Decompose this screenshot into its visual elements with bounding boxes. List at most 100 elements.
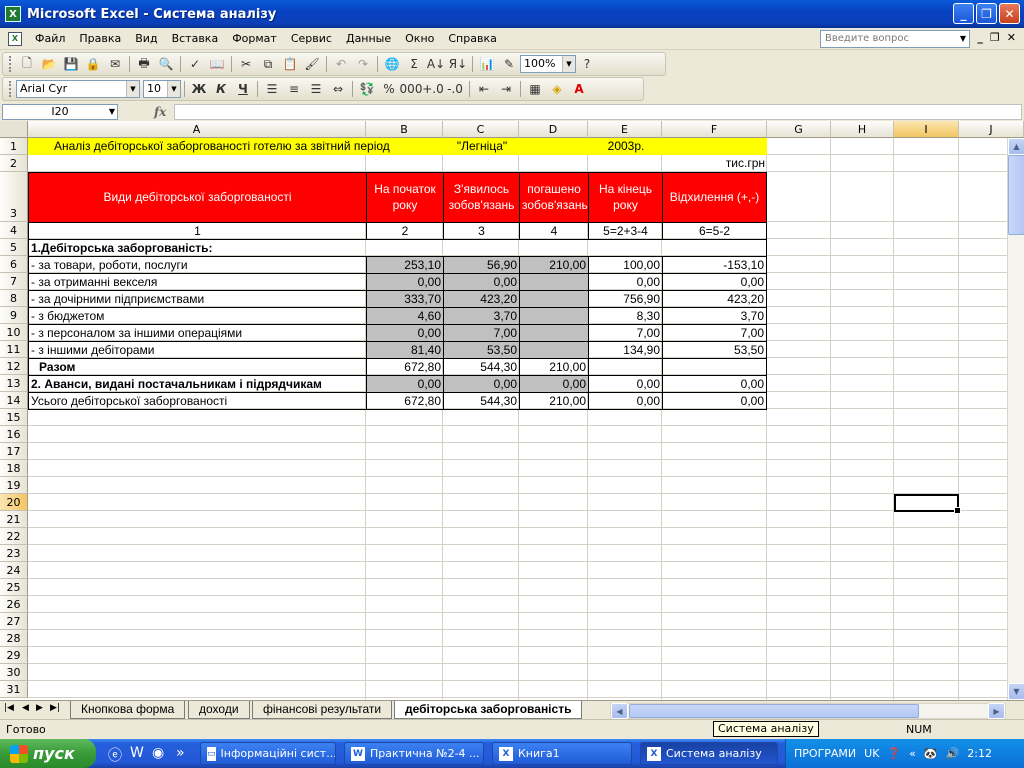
bold-button[interactable]: Ж bbox=[188, 79, 210, 99]
font-name-select[interactable]: Arial Cyr ▼ bbox=[16, 80, 140, 98]
row-header-16[interactable]: 16 bbox=[0, 426, 28, 443]
autosum-icon[interactable]: Σ bbox=[403, 54, 425, 74]
drawing-icon[interactable]: ✎ bbox=[498, 54, 520, 74]
header-num-5[interactable]: 5=2+3-4 bbox=[588, 222, 663, 240]
speaker-icon[interactable]: 🔊 bbox=[946, 747, 960, 760]
table-cell-b[interactable]: 253,10 bbox=[366, 256, 444, 274]
column-header-b[interactable]: B bbox=[366, 121, 443, 138]
header-num-1[interactable]: 1 bbox=[28, 222, 367, 240]
row-header-23[interactable]: 23 bbox=[0, 545, 28, 562]
row-header-26[interactable]: 26 bbox=[0, 596, 28, 613]
table-cell-f[interactable]: 3,70 bbox=[662, 307, 767, 325]
menu-window[interactable]: Окно bbox=[398, 29, 441, 49]
help-icon[interactable]: ? bbox=[576, 54, 598, 74]
header-end[interactable]: На кінець року bbox=[588, 172, 663, 223]
row-header-17[interactable]: 17 bbox=[0, 443, 28, 460]
row-header-8[interactable]: 8 bbox=[0, 290, 28, 307]
row-header-22[interactable]: 22 bbox=[0, 528, 28, 545]
header-num-2[interactable]: 2 bbox=[366, 222, 444, 240]
task-book1[interactable]: X Книга1 bbox=[492, 742, 632, 765]
advances-appeared[interactable]: 0,00 bbox=[443, 375, 520, 393]
row-header-1[interactable]: 1 bbox=[0, 138, 28, 155]
column-header-e[interactable]: E bbox=[588, 121, 662, 138]
advances-deviation[interactable]: 0,00 bbox=[662, 375, 767, 393]
table-cell-d[interactable] bbox=[519, 341, 589, 359]
row-header-24[interactable]: 24 bbox=[0, 562, 28, 579]
help-tray-icon[interactable]: ❓ bbox=[887, 747, 901, 760]
chart-wizard-icon[interactable]: 📊 bbox=[476, 54, 498, 74]
grand-total-start[interactable]: 672,80 bbox=[366, 392, 444, 410]
table-cell-d[interactable] bbox=[519, 324, 589, 342]
grand-total-deviation[interactable]: 0,00 bbox=[662, 392, 767, 410]
row-header-3[interactable]: 3 bbox=[0, 172, 28, 222]
table-cell-e[interactable]: 134,90 bbox=[588, 341, 663, 359]
vertical-scrollbar[interactable]: ▲ ▼ bbox=[1007, 138, 1024, 700]
table-cell-e[interactable]: 756,90 bbox=[588, 290, 663, 308]
menu-edit[interactable]: Правка bbox=[72, 29, 128, 49]
spelling-icon[interactable]: ✓ bbox=[184, 54, 206, 74]
active-cell-selection[interactable] bbox=[894, 494, 961, 514]
table-cell-e[interactable]: 0,00 bbox=[588, 273, 663, 291]
table-cell-e[interactable]: 7,00 bbox=[588, 324, 663, 342]
tab-financial-results[interactable]: фінансові результати bbox=[252, 701, 393, 719]
row-header-6[interactable]: 6 bbox=[0, 256, 28, 273]
save-icon[interactable]: 💾 bbox=[60, 54, 82, 74]
row-header-13[interactable]: 13 bbox=[0, 375, 28, 392]
total-label[interactable]: Разом bbox=[28, 358, 367, 376]
table-cell-b[interactable]: 4,60 bbox=[366, 307, 444, 325]
select-all-corner[interactable] bbox=[0, 121, 28, 138]
table-cell-f[interactable]: 0,00 bbox=[662, 273, 767, 291]
sort-ascending-icon[interactable]: A↓ bbox=[425, 54, 447, 74]
table-cell-f[interactable]: -153,10 bbox=[662, 256, 767, 274]
table-cell-c[interactable]: 3,70 bbox=[443, 307, 520, 325]
row-header-27[interactable]: 27 bbox=[0, 613, 28, 630]
section-receivables[interactable]: 1.Дебіторська заборгованість: bbox=[28, 239, 767, 257]
close-button[interactable]: ✕ bbox=[999, 3, 1020, 24]
row-header-21[interactable]: 21 bbox=[0, 511, 28, 528]
tray-expand-icon[interactable]: « bbox=[909, 747, 916, 760]
copy-icon[interactable]: ⧉ bbox=[257, 54, 279, 74]
column-header-j[interactable]: J bbox=[959, 121, 1024, 138]
table-cell-c[interactable]: 7,00 bbox=[443, 324, 520, 342]
chevron-down-icon[interactable]: ▼ bbox=[957, 31, 969, 47]
menu-tools[interactable]: Сервис bbox=[284, 29, 339, 49]
worksheet-grid[interactable]: ABCDEFGHIJ 1 2 3 4 5 6 7 8 9 10 11 12 13 14 15 16 17 18 19… bbox=[0, 121, 1024, 700]
fill-color-icon[interactable]: ◈ bbox=[546, 79, 568, 99]
percent-icon[interactable]: % bbox=[378, 79, 400, 99]
table-cell-label[interactable]: - з іншими дебіторами bbox=[28, 341, 367, 359]
table-cell-c[interactable]: 423,20 bbox=[443, 290, 520, 308]
table-cell-label[interactable]: - з бюджетом bbox=[28, 307, 367, 325]
horizontal-scrollbar[interactable]: ◀ ▶ bbox=[610, 703, 1006, 719]
unit-label[interactable]: тис.грн bbox=[663, 155, 767, 172]
grand-total-appeared[interactable]: 544,30 bbox=[443, 392, 520, 410]
workbook-icon[interactable]: X bbox=[8, 31, 22, 46]
increase-indent-icon[interactable]: ⇥ bbox=[495, 79, 517, 99]
row-header-7[interactable]: 7 bbox=[0, 273, 28, 290]
menu-format[interactable]: Формат bbox=[225, 29, 284, 49]
quicklaunch-expand-icon[interactable]: » bbox=[176, 745, 185, 761]
table-cell-e[interactable]: 100,00 bbox=[588, 256, 663, 274]
chevron-down-icon[interactable]: ▼ bbox=[109, 105, 115, 119]
minimize-button[interactable]: _ bbox=[953, 3, 974, 24]
row-header-30[interactable]: 30 bbox=[0, 664, 28, 681]
scroll-down-icon[interactable]: ▼ bbox=[1008, 683, 1024, 700]
table-cell-label[interactable]: - за товари, роботи, послуги bbox=[28, 256, 367, 274]
row-header-12[interactable]: 12 bbox=[0, 358, 28, 375]
word-icon[interactable]: W bbox=[130, 745, 144, 761]
advances-label[interactable]: 2. Аванси, видані постачальникам і підря… bbox=[28, 375, 367, 393]
header-deviation[interactable]: Відхилення (+,-) bbox=[662, 172, 767, 223]
toolbar-grip[interactable] bbox=[9, 81, 12, 97]
row-header-25[interactable]: 25 bbox=[0, 579, 28, 596]
ie-icon[interactable]: ⓔ bbox=[108, 745, 122, 765]
italic-button[interactable]: К bbox=[210, 79, 232, 99]
total-start[interactable]: 672,80 bbox=[366, 358, 444, 376]
merge-center-icon[interactable]: ⇔ bbox=[327, 79, 349, 99]
doc-minimize-button[interactable]: _ bbox=[977, 31, 983, 44]
doc-close-button[interactable]: ✕ bbox=[1007, 31, 1016, 44]
advances-start[interactable]: 0,00 bbox=[366, 375, 444, 393]
cut-icon[interactable]: ✂ bbox=[235, 54, 257, 74]
task-info-systems[interactable]: ▭ Інформаційні сист... bbox=[200, 742, 336, 765]
row-header-19[interactable]: 19 bbox=[0, 477, 28, 494]
next-sheet-icon[interactable]: ▶ bbox=[36, 703, 43, 713]
align-right-icon[interactable]: ☰ bbox=[305, 79, 327, 99]
